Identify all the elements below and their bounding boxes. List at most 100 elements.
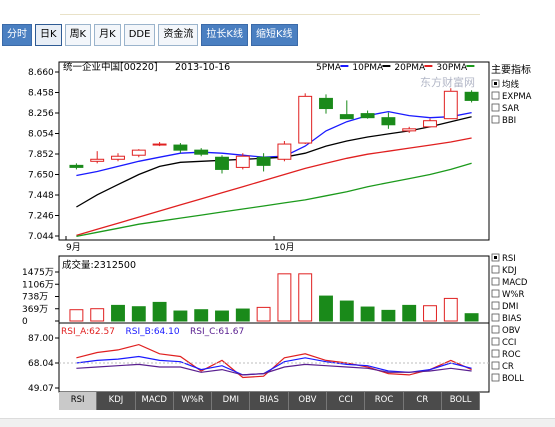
indicator-checkbox[interactable]	[491, 313, 500, 322]
indicator-option[interactable]: MACD	[502, 278, 528, 288]
sub-indicators-list: RSI KDJ MACD W%R DMI BIAS OBV CCI ROC CR BOLL	[491, 253, 528, 384]
candle-body	[360, 113, 375, 119]
indicator-checkbox[interactable]	[491, 373, 500, 382]
candle-body	[256, 156, 271, 166]
indicator-checkbox[interactable]	[491, 91, 500, 100]
ma-legend-label: 5PMA	[316, 63, 342, 73]
indicators-title: 主要指标	[491, 63, 531, 76]
indicator-checkbox[interactable]	[491, 325, 500, 334]
price-axis: 8.660 8.458 8.256 8.054 7.852 7.650 7.448 7.246…	[28, 68, 59, 242]
volume-bar	[360, 306, 375, 322]
candle-body	[173, 144, 188, 151]
volume-bar	[194, 309, 209, 322]
indicator-checkbox[interactable]	[491, 277, 500, 286]
ma-legend-label: 20PMA	[394, 63, 426, 73]
rsi-tick-label: 49.07	[28, 384, 54, 394]
indicator-tab-boll[interactable]: BOLL	[441, 392, 481, 410]
volume-bar	[464, 313, 479, 322]
volume-bar	[402, 304, 417, 322]
indicator-option[interactable]: ROC	[502, 350, 521, 360]
price-tick-label: 7.852	[28, 150, 54, 160]
price-tick-label: 8.458	[28, 89, 54, 99]
indicator-tab-obv[interactable]: OBV	[288, 392, 328, 410]
rsi-tick-label: 68.04	[28, 359, 54, 369]
candle-body	[235, 155, 250, 168]
indicator-option[interactable]: DMI	[502, 302, 518, 312]
indicator-option[interactable]: BBI	[502, 116, 516, 126]
indicator-option[interactable]: CR	[502, 362, 514, 372]
volume-axis: 1475万 1106万 738万 369万 0	[22, 268, 59, 327]
chart-canvas: 统一企业中国[00220] 2013-10-16 5PMA 10PMA 20PMA 3…	[22, 61, 532, 394]
indicator-checkbox[interactable]	[491, 289, 500, 298]
stock-title: 统一企业中国[00220]	[63, 61, 158, 73]
indicator-option[interactable]: SAR	[502, 104, 519, 114]
price-tick-label: 8.660	[28, 68, 54, 78]
indicator-tab-cci[interactable]: CCI	[327, 392, 366, 410]
volume-title: 成交量:2312500	[62, 259, 136, 271]
ma-legend: 5PMA 10PMA 20PMA 30PMA	[316, 63, 475, 73]
indicator-tab-kdj[interactable]: KDJ	[97, 392, 136, 410]
candle-body	[215, 156, 229, 170]
indicator-option[interactable]: OBV	[502, 326, 520, 336]
indicator-tab-macd[interactable]: MACD	[135, 392, 174, 410]
volume-bar	[131, 306, 146, 322]
indicator-tab-rsi[interactable]: RSI	[59, 392, 98, 410]
volume-tick-label: 0	[22, 317, 28, 327]
candle-body	[464, 91, 479, 101]
volume-tick-label: 1475万	[22, 268, 54, 278]
indicator-checkbox[interactable]	[491, 361, 500, 370]
indicator-checkbox[interactable]	[491, 349, 500, 358]
volume-bar	[256, 306, 271, 322]
candle-body	[111, 155, 125, 160]
indicator-option[interactable]: RSI	[502, 254, 516, 264]
candle-body	[423, 120, 437, 128]
indicator-tab-roc[interactable]: ROC	[365, 392, 404, 410]
indicator-option[interactable]: 均线	[502, 79, 520, 90]
price-tick-label: 8.054	[28, 130, 54, 140]
volume-bar	[319, 295, 333, 322]
candle-body	[69, 164, 84, 168]
indicator-option[interactable]: BOLL	[502, 374, 524, 384]
candle-body	[277, 143, 292, 160]
indicator-option[interactable]: EXPMA	[502, 92, 532, 102]
volume-bar	[381, 309, 396, 322]
indicator-option[interactable]: KDJ	[502, 266, 517, 276]
indicators-list: 均线 EXPMA SAR BBI	[491, 79, 532, 126]
watermark-logo: 东方财富网	[420, 75, 475, 89]
indicator-checkbox[interactable]	[491, 301, 500, 310]
volume-bar	[215, 310, 229, 322]
volume-bar	[443, 297, 458, 322]
indicator-checkbox[interactable]	[491, 103, 500, 112]
candle-body	[152, 143, 167, 146]
checkbox-mark	[494, 256, 497, 259]
candle-body	[381, 117, 396, 126]
indicator-tab-cr[interactable]: CR	[403, 392, 442, 410]
rsi-legend-label: RSI_A:62.57	[61, 327, 115, 337]
candle-body	[443, 90, 458, 120]
volume-bar	[277, 273, 292, 322]
indicator-option[interactable]: W%R	[502, 290, 524, 300]
date-tick-label: 10月	[274, 242, 294, 253]
candle-body	[194, 149, 209, 155]
candle-body	[298, 95, 313, 144]
candle	[298, 93, 313, 145]
indicator-option[interactable]: CCI	[502, 338, 516, 348]
volume-tick-label: 1106万	[22, 280, 54, 290]
indicator-checkbox[interactable]	[491, 337, 500, 346]
indicator-option[interactable]: BIAS	[502, 314, 522, 324]
volume-bar	[90, 308, 105, 322]
indicator-tab-wpctr[interactable]: W%R	[173, 392, 213, 410]
date-tick-label: 9月	[66, 242, 81, 253]
volume-bar	[111, 304, 125, 322]
chart-date: 2013-10-16	[175, 62, 230, 73]
indicator-checkbox[interactable]	[491, 115, 500, 124]
rsi-axis: 87.00 68.04 49.07	[28, 334, 59, 394]
price-tick-label: 7.650	[28, 171, 54, 181]
indicator-checkbox[interactable]	[491, 265, 500, 274]
volume-bar	[235, 308, 250, 322]
volume-tick-label: 369万	[22, 305, 48, 315]
indicator-tab-dmi[interactable]: DMI	[212, 392, 251, 410]
candle	[464, 90, 479, 103]
indicator-tab-bias[interactable]: BIAS	[250, 392, 289, 410]
candle-body	[131, 149, 146, 156]
